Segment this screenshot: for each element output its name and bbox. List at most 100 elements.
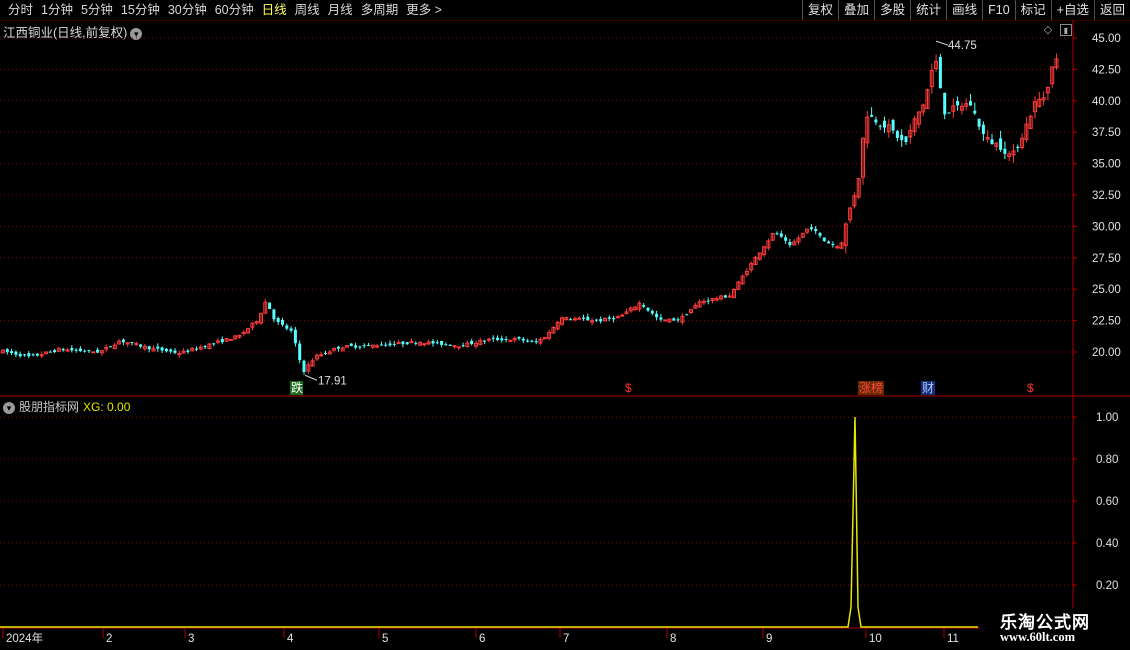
candle-body	[74, 349, 78, 351]
period-tab[interactable]: 60分钟	[211, 1, 258, 19]
candle-body	[14, 351, 18, 355]
candle-body	[354, 345, 358, 348]
candle-body	[298, 343, 302, 361]
event-marker: $	[1027, 381, 1034, 395]
candle-body	[388, 343, 392, 346]
period-tab[interactable]: 1分钟	[37, 1, 77, 19]
candle-body	[422, 343, 427, 346]
candle-body	[444, 344, 448, 346]
candle-body	[496, 337, 499, 341]
candle-body	[659, 317, 663, 320]
candle-body	[431, 341, 435, 344]
date-label: 2	[106, 633, 112, 645]
candle-body	[530, 340, 534, 342]
indicator-tick-label: 0.80	[1096, 454, 1118, 466]
candle-body	[491, 337, 495, 339]
period-tab[interactable]: 分时	[4, 1, 37, 19]
candle-body	[504, 338, 508, 340]
candle-body	[534, 341, 538, 343]
candle-body	[109, 346, 112, 348]
candle-body	[293, 329, 297, 344]
toolbar-button[interactable]: 多股	[874, 0, 910, 20]
toolbar-button[interactable]: 复权	[802, 0, 838, 20]
candle-body	[91, 351, 96, 354]
candle-body	[195, 348, 198, 350]
candle-body	[31, 354, 35, 356]
candle-body	[324, 353, 327, 355]
date-label: 6	[479, 633, 485, 645]
candle-body	[572, 318, 577, 321]
toolbar-button[interactable]: 标记	[1014, 0, 1051, 20]
toolbar-button[interactable]: 返回	[1093, 0, 1130, 20]
toolbar-button[interactable]: +自选	[1050, 0, 1094, 20]
candle-body	[582, 317, 585, 319]
candle-body	[642, 305, 646, 307]
candle-body	[775, 233, 779, 235]
candle-body	[727, 295, 732, 298]
toolbar-button[interactable]: 统计	[910, 0, 946, 20]
event-marker: 涨榜	[859, 380, 883, 395]
candle-body	[470, 340, 474, 345]
candle-body	[981, 124, 985, 134]
candle-body	[448, 344, 452, 346]
candle-body	[228, 338, 233, 341]
candle-body	[486, 338, 491, 341]
candle-body	[594, 319, 598, 321]
candle-body	[405, 342, 409, 345]
price-tick-label: 20.00	[1092, 347, 1121, 359]
event-marker: 财	[922, 381, 934, 395]
candle-body	[10, 351, 14, 354]
candle-body	[814, 228, 818, 232]
candle-body	[900, 134, 904, 141]
candle-body	[831, 243, 835, 246]
date-label: 5	[382, 633, 388, 645]
candle-body	[878, 125, 882, 127]
watermark-url: www.60lt.com	[1000, 630, 1075, 644]
candle-body	[48, 351, 52, 353]
candle-body	[521, 338, 525, 341]
event-marker: $	[625, 381, 632, 395]
period-tab[interactable]: 5分钟	[77, 1, 117, 19]
period-tab[interactable]: 30分钟	[164, 1, 211, 19]
period-tab[interactable]: 多周期	[357, 1, 403, 19]
price-tick-label: 27.50	[1092, 253, 1121, 265]
candle-body	[956, 101, 960, 106]
candle-body	[586, 316, 590, 321]
candle-body	[349, 343, 353, 346]
candle-body	[241, 331, 246, 334]
candle-body	[414, 342, 418, 344]
candle-body	[969, 101, 972, 106]
date-label: 3	[188, 633, 194, 645]
candle-body	[461, 345, 465, 347]
candle-body	[452, 345, 457, 348]
candle-body	[818, 233, 822, 236]
candle-body	[607, 317, 611, 319]
period-tab[interactable]: 月线	[324, 1, 357, 19]
date-label: 8	[670, 633, 676, 645]
candle-body	[569, 319, 573, 321]
candle-body	[663, 319, 668, 322]
candle-body	[904, 136, 908, 142]
candle-body	[27, 353, 31, 357]
price-tick-label: 30.00	[1092, 221, 1121, 233]
candle-body	[212, 343, 216, 345]
candle-body	[440, 340, 444, 345]
candle-body	[1003, 148, 1007, 154]
candle-body	[672, 318, 676, 321]
candle-body	[706, 300, 710, 302]
candle-body	[483, 340, 487, 342]
candle-body	[87, 350, 91, 352]
period-tab[interactable]: 日线	[258, 1, 291, 19]
candle-body	[784, 237, 788, 241]
period-tab[interactable]: 15分钟	[117, 1, 164, 19]
toolbar-button[interactable]: 画线	[946, 0, 982, 20]
period-tab[interactable]: 周线	[291, 1, 324, 19]
toolbar-button[interactable]: F10	[982, 0, 1015, 20]
candle-body	[83, 350, 87, 352]
toolbar-button[interactable]: 叠加	[838, 0, 874, 20]
kline-chart[interactable]: 45.00 42.50 40.00 37.50 35.00 32.50 30.00 27.50…	[0, 20, 1130, 650]
date-label: 9	[766, 633, 772, 645]
candle-body	[5, 349, 9, 353]
price-tick-label: 35.00	[1092, 159, 1121, 171]
period-tab[interactable]: 更多 >	[402, 1, 446, 19]
